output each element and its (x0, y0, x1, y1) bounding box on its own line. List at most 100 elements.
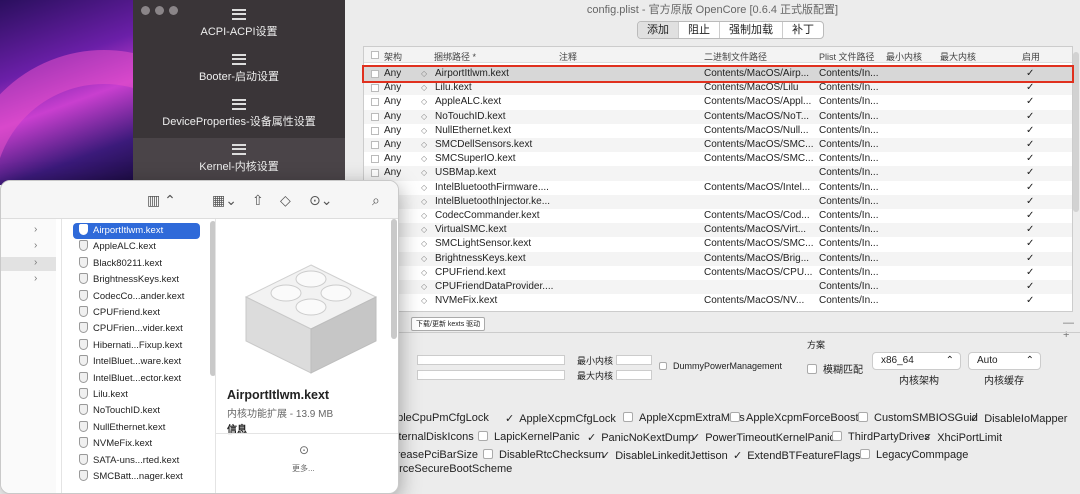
chevron-updown-icon[interactable]: ◇ (421, 195, 427, 209)
file-list-item[interactable]: SMCBatt...nager.kext (73, 469, 200, 485)
cell-enabled-check[interactable]: ✓ (1026, 166, 1034, 180)
col-exec[interactable]: 二进制文件路径 (704, 50, 767, 63)
chevron-updown-icon[interactable]: ◇ (421, 294, 427, 308)
search-icon[interactable]: ⌕ (372, 192, 380, 209)
cell-enabled-check[interactable]: ✓ (1026, 209, 1034, 223)
chevron-updown-icon[interactable]: ◇ (421, 124, 427, 138)
chevron-updown-icon[interactable]: ◇ (421, 110, 427, 124)
row-checkbox[interactable] (371, 126, 379, 135)
cell-plist[interactable]: Contents/In... (819, 166, 885, 180)
cell-exec[interactable]: Contents/MacOS/Virt... (704, 223, 816, 237)
cell-exec[interactable]: Contents/MacOS/NV... (704, 294, 816, 308)
table-row[interactable]: ◇ IntelBluetoothFirmware.... Contents/MacO… (364, 181, 1072, 195)
cell-exec[interactable]: Contents/MacOS/Brig... (704, 252, 816, 266)
col-comment[interactable]: 注释 (559, 50, 577, 63)
cell-bundle[interactable]: VirtualSMC.kext (435, 223, 685, 237)
quirk-checkbox[interactable]: ✓ ExtendBTFeatureFlags (733, 449, 860, 462)
cell-plist[interactable]: Contents/In... (819, 252, 885, 266)
cell-arch[interactable]: Any (384, 152, 401, 166)
sidebar-item-kernel[interactable]: Kernel-内核设置 (133, 138, 345, 182)
chevron-right-icon[interactable]: › (34, 224, 37, 235)
table-row[interactable]: ◇ IntelBluetoothInjector.ke... Contents/In… (364, 194, 1072, 209)
table-row[interactable]: Any ◇ SMCDellSensors.kext Contents/MacOS/SM… (364, 138, 1072, 153)
sidebar-item-booter[interactable]: Booter-启动设置 (133, 48, 345, 92)
cell-plist[interactable]: Contents/In... (819, 152, 885, 166)
cell-plist[interactable]: Contents/In... (819, 138, 885, 152)
kernel-cache-select[interactable]: Auto ⌃ (968, 352, 1041, 370)
cell-enabled-check[interactable]: ✓ (1026, 138, 1034, 152)
table-row[interactable]: Any ◇ NoTouchID.kext Contents/MacOS/NoT... C… (364, 109, 1072, 124)
cell-bundle[interactable]: CPUFriend.kext (435, 266, 685, 280)
cell-plist[interactable]: Contents/In... (819, 266, 885, 280)
cell-bundle[interactable]: SMCDellSensors.kext (435, 138, 685, 152)
cell-bundle[interactable]: SMCSuperIO.kext (435, 152, 685, 166)
table-row[interactable]: ◇ CodecCommander.kext Contents/MacOS/Cod..… (364, 209, 1072, 223)
chevron-updown-icon[interactable]: ◇ (421, 280, 427, 294)
cell-enabled-check[interactable]: ✓ (1026, 124, 1034, 138)
col-max-kernel[interactable]: 最大内核 (940, 50, 976, 63)
cell-enabled-check[interactable]: ✓ (1026, 152, 1034, 166)
cell-bundle[interactable]: IntelBluetoothFirmware.... (435, 181, 685, 195)
col-arch[interactable]: 架构 (384, 50, 402, 63)
group-icon[interactable]: ▦⌄ (212, 192, 237, 209)
cell-bundle[interactable]: CPUFriendDataProvider.... (435, 280, 685, 294)
cell-exec[interactable]: Contents/MacOS/CPU... (704, 266, 816, 280)
quirk-checkbox[interactable]: LapicKernelPanic (478, 431, 580, 443)
cell-bundle[interactable]: NullEthernet.kext (435, 124, 685, 138)
cell-exec[interactable]: Contents/MacOS/SMC... (704, 138, 816, 152)
cell-bundle[interactable]: NVMeFix.kext (435, 294, 685, 308)
chevron-right-icon[interactable]: › (34, 273, 37, 284)
cell-arch[interactable]: Any (384, 81, 401, 95)
chevron-updown-icon[interactable]: ◇ (421, 266, 427, 280)
cell-exec[interactable]: Contents/MacOS/Airp... (704, 67, 816, 81)
col-plist[interactable]: Plist 文件路径 (819, 50, 875, 63)
tab-patch[interactable]: 补丁 (783, 22, 823, 38)
quirk-checkbox[interactable]: ✓ PowerTimeoutKernelPanic (691, 431, 835, 444)
table-row[interactable]: ◇ NVMeFix.kext Contents/MacOS/NV... Content… (364, 294, 1072, 308)
kernel-arch-select[interactable]: x86_64 ⌃ (872, 352, 961, 370)
cell-arch[interactable]: Any (384, 138, 401, 152)
more-icon[interactable]: ⊙ (299, 443, 309, 457)
chevron-updown-icon[interactable]: ◇ (421, 152, 427, 166)
file-list-item[interactable]: Hibernati...Fixup.kext (73, 338, 200, 354)
cell-enabled-check[interactable]: ✓ (1026, 252, 1034, 266)
row-checkbox[interactable] (371, 84, 379, 93)
cell-enabled-check[interactable]: ✓ (1026, 237, 1034, 251)
row-checkbox[interactable] (371, 112, 379, 121)
chevron-right-icon[interactable]: › (34, 240, 37, 251)
chevron-updown-icon[interactable]: ◇ (421, 95, 427, 109)
cell-exec[interactable]: Contents/MacOS/Cod... (704, 209, 816, 223)
cell-enabled-check[interactable]: ✓ (1026, 110, 1034, 124)
table-row[interactable]: Any ◇ NullEthernet.kext Contents/MacOS/Null… (364, 124, 1072, 138)
table-row[interactable]: ◇ CPUFriend.kext Contents/MacOS/CPU... Cont… (364, 266, 1072, 280)
cell-exec[interactable]: Contents/MacOS/NoT... (704, 110, 816, 124)
cell-arch[interactable]: Any (384, 110, 401, 124)
cell-enabled-check[interactable]: ✓ (1026, 266, 1034, 280)
cell-plist[interactable]: Contents/In... (819, 294, 885, 308)
table-row[interactable]: Any ◇ USBMap.kext Contents/In... ✓ (364, 166, 1072, 181)
cell-plist[interactable]: Contents/In... (819, 209, 885, 223)
file-list-item[interactable]: CodecCo...ander.kext (73, 289, 200, 305)
more-button[interactable]: 更多... (292, 463, 315, 474)
cell-exec[interactable]: Contents/MacOS/Appl... (704, 95, 816, 109)
file-list-item[interactable]: CPUFriend.kext (73, 305, 200, 321)
cell-enabled-check[interactable]: ✓ (1026, 67, 1034, 81)
row-checkbox[interactable] (371, 70, 379, 78)
quirk-checkbox[interactable]: AppleXcpmForceBoost (730, 412, 859, 424)
update-kexts-button[interactable]: 下载/更新 kexts 驱动 (411, 317, 486, 331)
cell-bundle[interactable]: Lilu.kext (435, 81, 685, 95)
row-checkbox[interactable] (371, 155, 379, 164)
row-checkbox[interactable] (371, 169, 379, 178)
file-list-item[interactable]: Lilu.kext (73, 387, 200, 403)
cell-exec[interactable]: Contents/MacOS/Intel... (704, 181, 816, 195)
chevron-updown-icon[interactable]: ◇ (421, 67, 427, 81)
cell-arch[interactable]: Any (384, 124, 401, 138)
quirk-checkbox[interactable]: ✓ DisableLinkeditJettison (601, 449, 728, 462)
cell-bundle[interactable]: AppleALC.kext (435, 95, 685, 109)
quirk-force-secure-boot[interactable]: orceSecureBootScheme (393, 463, 512, 475)
cell-enabled-check[interactable]: ✓ (1026, 81, 1034, 95)
cell-bundle[interactable]: SMCLightSensor.kext (435, 237, 685, 251)
table-scrollbar[interactable] (1073, 52, 1079, 212)
cell-plist[interactable]: Contents/In... (819, 237, 885, 251)
table-row[interactable]: Any ◇ AppleALC.kext Contents/MacOS/Appl... C… (364, 95, 1072, 109)
